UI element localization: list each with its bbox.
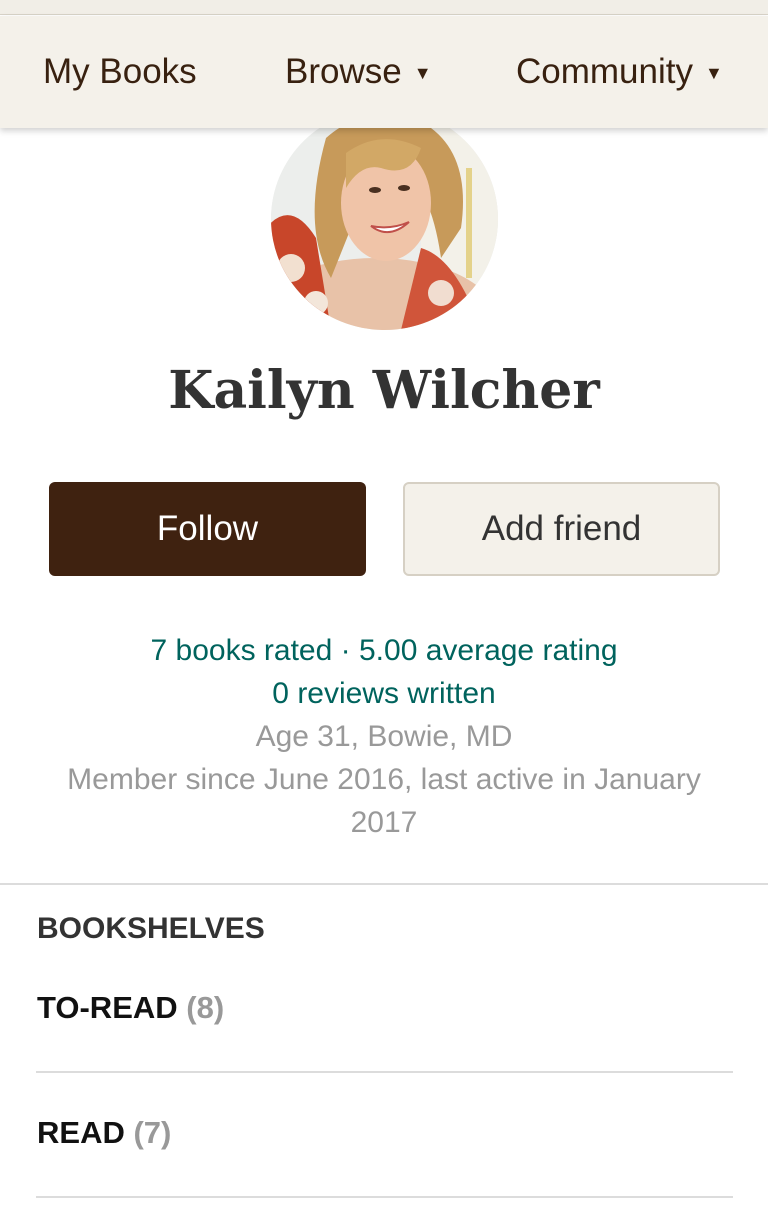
member-since-line-2: 2017 (350, 806, 418, 839)
avatar-photo (271, 108, 498, 330)
member-since-line-1: Member since June 2016, last active in J… (67, 763, 701, 796)
avatar (271, 108, 498, 330)
shelf-label: TO-READ (37, 990, 178, 1025)
rating-stats: 7 books rated · 5.00 average rating (0, 634, 768, 668)
shelf-divider (36, 1071, 733, 1073)
bookshelves-heading: BOOKSHELVES (37, 912, 265, 945)
caret-down-icon: ▼ (413, 62, 432, 83)
shelf-to-read[interactable]: TO-READ (8) (37, 990, 224, 1026)
nav-my-books-label: My Books (43, 52, 197, 91)
books-rated-link[interactable]: 7 books rated (151, 634, 333, 667)
nav-community-label: Community (516, 52, 693, 91)
nav-browse-dropdown[interactable]: Browse ▼ (285, 16, 432, 128)
reviews-stats: 0 reviews written (0, 677, 768, 711)
nav-browse-label: Browse (285, 52, 402, 91)
section-divider (0, 883, 768, 885)
average-rating-link[interactable]: 5.00 average rating (359, 634, 618, 667)
stats-separator: · (340, 634, 351, 667)
nav-my-books[interactable]: My Books (43, 16, 197, 128)
shelf-count: (7) (133, 1115, 172, 1150)
status-strip (0, 0, 768, 15)
top-navigation-bar: My Books Browse ▼ Community ▼ (0, 16, 768, 128)
profile-name: Kailyn Wilcher (168, 360, 600, 421)
add-friend-button[interactable]: Add friend (403, 482, 720, 576)
shelf-divider (36, 1196, 733, 1198)
follow-button[interactable]: Follow (49, 482, 366, 576)
age-location: Age 31, Bowie, MD (255, 720, 513, 753)
reviews-written-link[interactable]: 0 reviews written (272, 677, 495, 710)
shelf-label: READ (37, 1115, 125, 1150)
shelf-count: (8) (186, 990, 225, 1025)
nav-community-dropdown[interactable]: Community ▼ (516, 16, 723, 128)
caret-down-icon: ▼ (704, 62, 723, 83)
shelf-read[interactable]: READ (7) (37, 1115, 171, 1151)
